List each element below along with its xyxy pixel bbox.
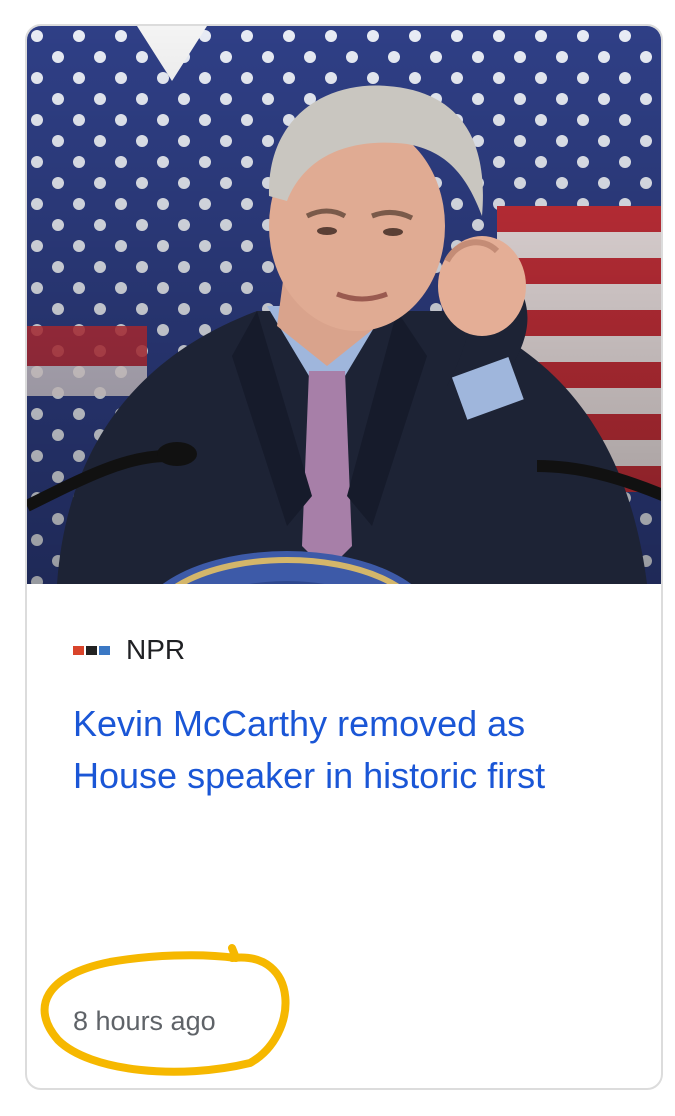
news-card[interactable]: NPR Kevin McCarthy removed as House spea… (25, 24, 663, 1090)
npr-logo-icon (73, 645, 110, 655)
source-row[interactable]: NPR (73, 630, 185, 670)
source-name: NPR (126, 634, 186, 665)
news-photo[interactable] (27, 26, 661, 584)
article-headline[interactable]: Kevin McCarthy removed as House speaker … (73, 698, 613, 802)
article-timestamp: 8 hours ago (73, 1006, 216, 1036)
